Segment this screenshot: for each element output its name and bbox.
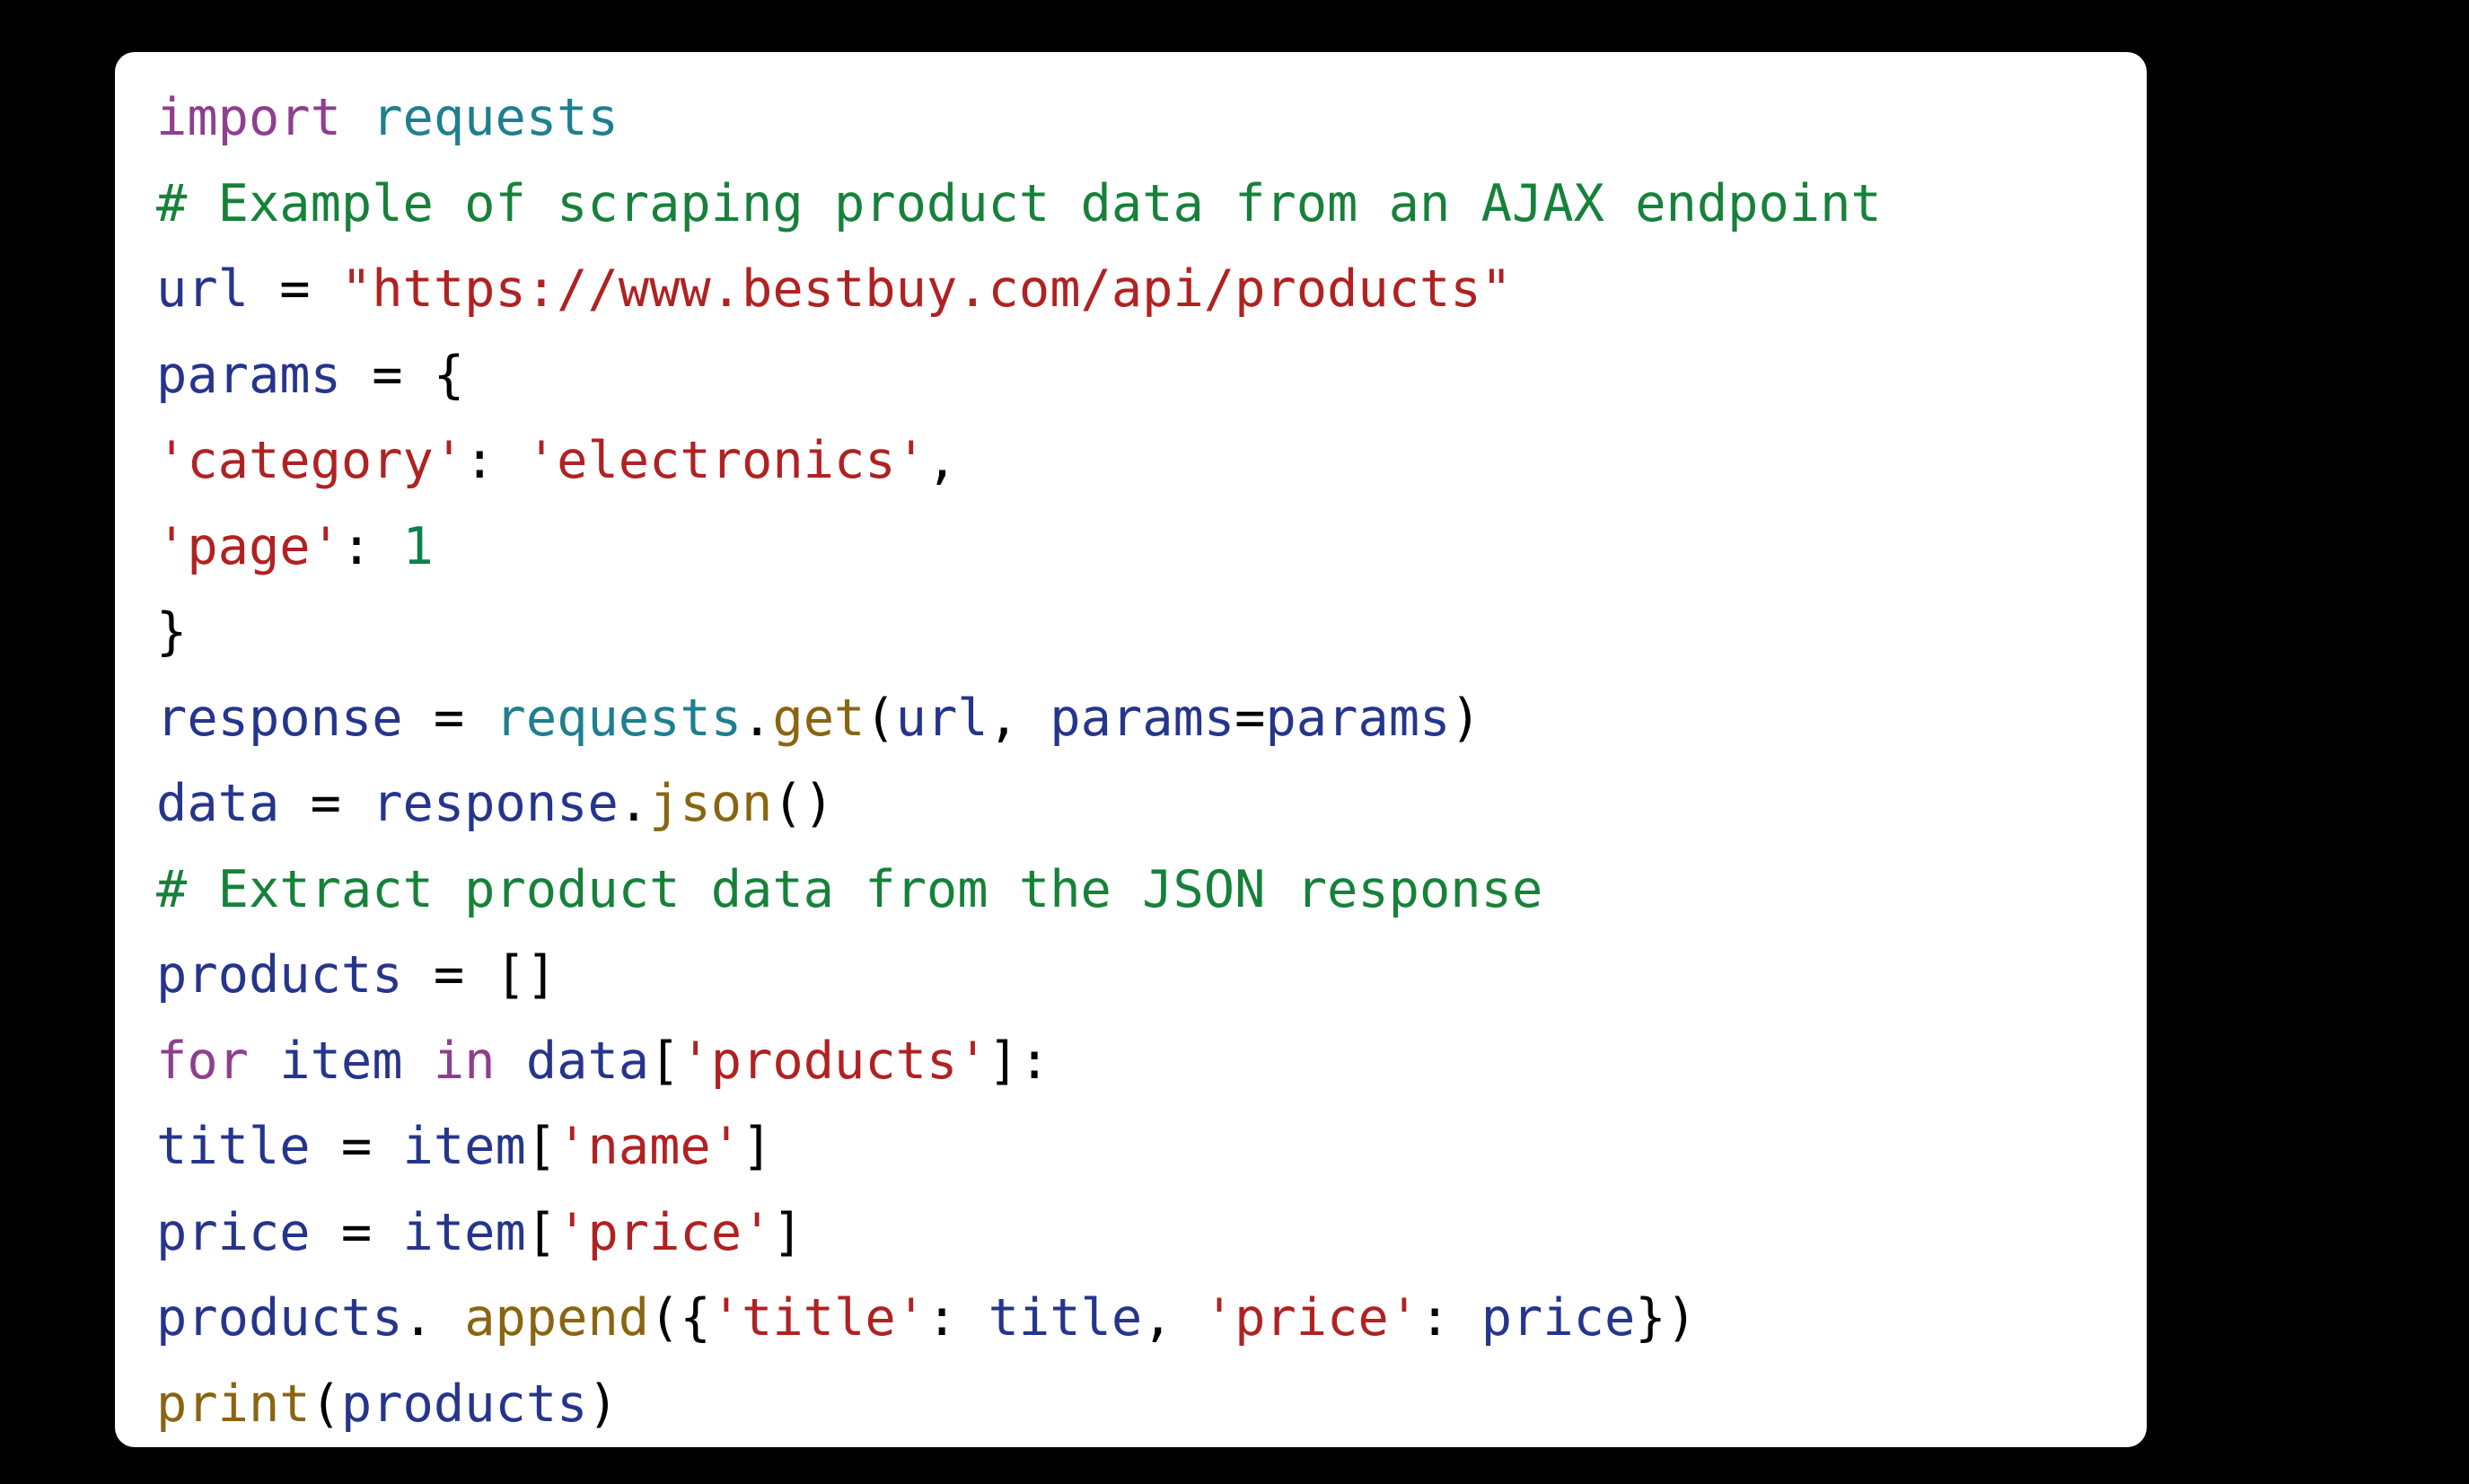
function-print: print — [156, 1374, 311, 1434]
kwarg-params-value: params — [1265, 688, 1451, 748]
operator-assign: = — [402, 945, 496, 1005]
variable-data: data — [156, 774, 280, 833]
punct-bracket-close: ] — [742, 1117, 773, 1176]
operator-assign: = — [248, 259, 341, 319]
punct-bracket-close: ] — [772, 1202, 804, 1262]
string-endpoint-url: "https://www.bestbuy.com/api/products" — [340, 259, 1512, 319]
punct-brace-close: } — [156, 602, 188, 662]
number-one: 1 — [402, 516, 434, 576]
code-line-6: 'page': 1 — [156, 505, 2147, 591]
code-card: import requests # Example of scraping pro… — [115, 52, 2147, 1447]
dict-key-price: 'price' — [1203, 1288, 1420, 1348]
function-get: get — [772, 688, 865, 748]
punct-paren-close: ) — [1450, 688, 1481, 748]
code-line-3: url = "https://www.bestbuy.com/api/produ… — [156, 247, 2147, 333]
function-append: append — [464, 1288, 650, 1348]
module-requests: requests — [495, 688, 742, 748]
code-line-10: # Extract product data from the JSON res… — [156, 847, 2147, 934]
punct-bracket-open: [ — [649, 1031, 681, 1091]
punct-comma: , — [1142, 1288, 1204, 1348]
punct-paren-open: ( — [865, 688, 896, 748]
dict-value-electronics: 'electronics' — [525, 431, 927, 490]
dict-key-page: 'page' — [156, 516, 341, 576]
operator-assign: = — [310, 1117, 403, 1176]
operator-assign: = — [310, 1202, 403, 1262]
code-line-5: 'category': 'electronics', — [156, 418, 2147, 505]
punct-comma: , — [926, 431, 958, 490]
comment-ajax-example: # Example of scraping product data from … — [156, 173, 1882, 233]
code-line-12: for item in data['products']: — [156, 1019, 2147, 1105]
variable-products: products — [156, 1288, 403, 1348]
punct-dot: . — [618, 774, 650, 833]
code-line-4: params = { — [156, 333, 2147, 419]
keyword-import: import — [156, 88, 341, 147]
variable-response: response — [372, 774, 619, 833]
operator-kwarg-assign: = — [1234, 688, 1266, 748]
punct-colon: : — [926, 1288, 988, 1348]
argument-url: url — [895, 688, 988, 748]
code-line-14: price = item['price'] — [156, 1190, 2147, 1277]
function-json: json — [649, 774, 773, 833]
code-line-1: import requests — [156, 75, 2147, 162]
operator-assign: = — [279, 774, 373, 833]
variable-response: response — [156, 688, 403, 748]
keyword-for: for — [156, 1031, 249, 1091]
keyword-in: in — [433, 1031, 496, 1091]
variable-url: url — [156, 259, 249, 319]
string-price-key: 'price' — [557, 1202, 773, 1262]
punct-parens: () — [772, 774, 835, 833]
code-line-15: products. append({'title': title, 'price… — [156, 1276, 2147, 1362]
punct-brace-paren-close: }) — [1635, 1288, 1697, 1348]
string-products-key: 'products' — [680, 1031, 988, 1091]
punct-empty-list: [] — [495, 945, 558, 1005]
variable-data: data — [525, 1031, 650, 1091]
comment-extract-product-data: # Extract product data from the JSON res… — [156, 859, 1543, 919]
python-code-block[interactable]: import requests # Example of scraping pro… — [115, 75, 2147, 1447]
punct-brace-open: { — [433, 345, 465, 405]
punct-paren-close: ) — [587, 1374, 619, 1434]
code-line-11: products = [] — [156, 933, 2147, 1019]
code-line-16: print(products) — [156, 1362, 2147, 1448]
variable-item: item — [402, 1202, 526, 1262]
code-line-2: # Example of scraping product data from … — [156, 162, 2147, 248]
punct-dot: . — [402, 1288, 465, 1348]
dict-value-price: price — [1481, 1288, 1636, 1348]
dict-value-title: title — [988, 1288, 1143, 1348]
punct-colon: : — [1018, 1031, 1050, 1091]
operator-assign: = — [340, 345, 434, 405]
screenshot-stage: import requests # Example of scraping pro… — [0, 0, 2469, 1484]
kwarg-params-name: params — [1050, 688, 1235, 748]
code-line-8: response = requests.get(url, params=para… — [156, 676, 2147, 762]
punct-colon: : — [1419, 1288, 1481, 1348]
variable-title: title — [156, 1117, 311, 1176]
module-requests: requests — [372, 88, 619, 147]
code-line-13: title = item['name'] — [156, 1104, 2147, 1190]
operator-assign: = — [402, 688, 496, 748]
punct-paren-open: ( — [310, 1374, 341, 1434]
code-line-9: data = response.json() — [156, 761, 2147, 847]
dict-key-category: 'category' — [156, 431, 465, 490]
string-name-key: 'name' — [557, 1117, 742, 1176]
punct-bracket-close: ] — [988, 1031, 1019, 1091]
punct-comma: , — [988, 688, 1050, 748]
punct-colon: : — [340, 516, 403, 576]
punct-dot: . — [742, 688, 773, 748]
punct-paren-brace-open: ({ — [649, 1288, 711, 1348]
variable-price: price — [156, 1202, 311, 1262]
punct-colon: : — [464, 431, 526, 490]
dict-key-title: 'title' — [710, 1288, 927, 1348]
variable-products: products — [156, 945, 403, 1005]
variable-params: params — [156, 345, 341, 405]
argument-products: products — [340, 1374, 588, 1434]
variable-item: item — [402, 1117, 526, 1176]
loop-variable-item: item — [279, 1031, 403, 1091]
punct-bracket-open: [ — [525, 1117, 558, 1176]
punct-bracket-open: [ — [525, 1202, 558, 1262]
code-line-7: } — [156, 590, 2147, 676]
